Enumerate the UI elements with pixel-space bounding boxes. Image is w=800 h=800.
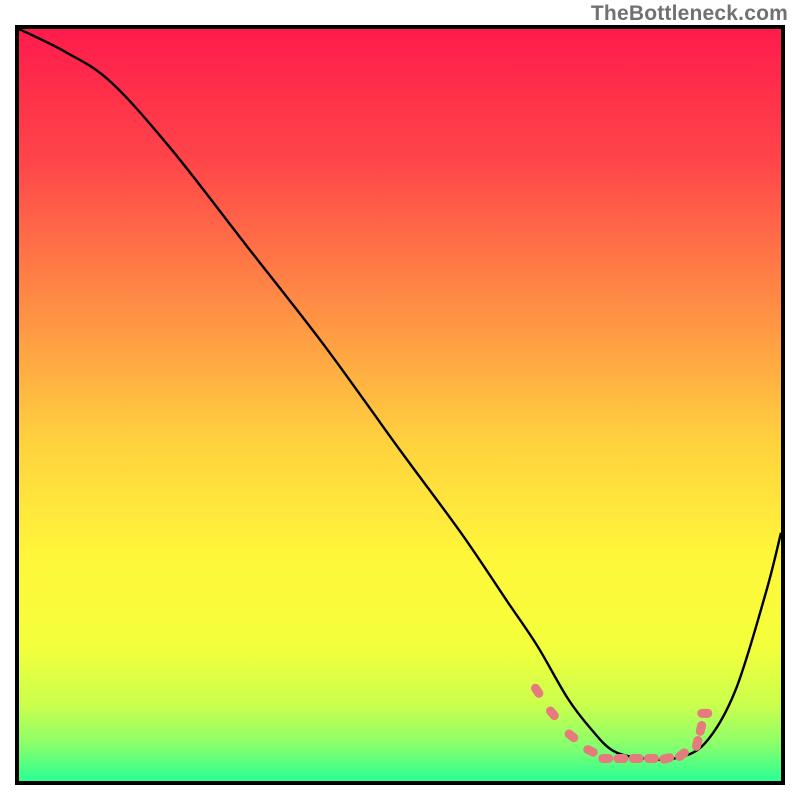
marker-pill [529,682,545,699]
watermark-label: TheBottleneck.com [591,2,788,26]
marker-pill [544,705,561,722]
marker-pill [691,735,703,752]
marker-pill [644,754,659,763]
marker-pill [598,754,613,763]
optimal-range-markers [529,682,712,765]
marker-pill [673,747,690,763]
marker-pill [697,709,712,718]
bottleneck-curve [19,29,781,760]
marker-pill [613,754,628,763]
marker-pill [563,728,580,744]
plot-area [15,25,785,785]
marker-pill [629,754,644,763]
marker-pill [695,720,707,737]
data-layer [19,29,781,781]
chart-container: TheBottleneck.com [0,0,800,800]
marker-pill [582,744,599,759]
marker-pill [658,752,675,764]
